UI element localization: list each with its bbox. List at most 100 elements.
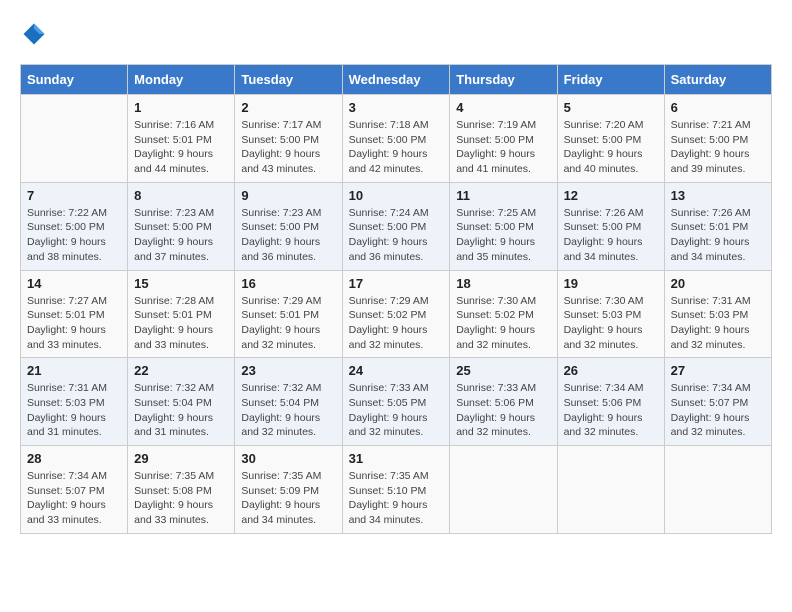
day-cell: 15 Sunrise: 7:28 AMSunset: 5:01 PMDayligh… bbox=[128, 270, 235, 358]
day-detail: Sunrise: 7:34 AMSunset: 5:07 PMDaylight:… bbox=[27, 469, 121, 528]
day-number: 13 bbox=[671, 188, 765, 203]
day-cell: 10 Sunrise: 7:24 AMSunset: 5:00 PMDayligh… bbox=[342, 182, 450, 270]
day-number: 27 bbox=[671, 363, 765, 378]
day-cell: 9 Sunrise: 7:23 AMSunset: 5:00 PMDaylight… bbox=[235, 182, 342, 270]
day-number: 7 bbox=[27, 188, 121, 203]
day-cell bbox=[557, 446, 664, 534]
page-header bbox=[20, 20, 772, 48]
day-cell: 4Sunrise: 7:19 AMSunset: 5:00 PMDaylight… bbox=[450, 95, 557, 183]
logo bbox=[20, 20, 52, 48]
day-number: 18 bbox=[456, 276, 550, 291]
day-detail: Sunrise: 7:20 AMSunset: 5:00 PMDaylight:… bbox=[564, 118, 658, 177]
day-detail: Sunrise: 7:27 AMSunset: 5:01 PMDaylight:… bbox=[27, 294, 121, 353]
day-detail: Sunrise: 7:23 AMSunset: 5:00 PMDaylight:… bbox=[134, 206, 228, 265]
day-cell: 5 Sunrise: 7:20 AMSunset: 5:00 PMDaylight… bbox=[557, 95, 664, 183]
day-detail: Sunrise: 7:35 AMSunset: 5:08 PMDaylight:… bbox=[134, 469, 228, 528]
day-number: 12 bbox=[564, 188, 658, 203]
day-number: 21 bbox=[27, 363, 121, 378]
day-number: 30 bbox=[241, 451, 335, 466]
day-number: 14 bbox=[27, 276, 121, 291]
day-number: 29 bbox=[134, 451, 228, 466]
day-detail: Sunrise: 7:30 AMSunset: 5:03 PMDaylight:… bbox=[564, 294, 658, 353]
day-cell: 13 Sunrise: 7:26 AMSunset: 5:01 PMDayligh… bbox=[664, 182, 771, 270]
day-number: 20 bbox=[671, 276, 765, 291]
day-detail: Sunrise: 7:17 AMSunset: 5:00 PMDaylight:… bbox=[241, 118, 335, 177]
day-cell: 17 Sunrise: 7:29 AMSunset: 5:02 PMDayligh… bbox=[342, 270, 450, 358]
day-cell: 2 Sunrise: 7:17 AMSunset: 5:00 PMDaylight… bbox=[235, 95, 342, 183]
day-number: 23 bbox=[241, 363, 335, 378]
col-header-friday: Friday bbox=[557, 65, 664, 95]
col-header-monday: Monday bbox=[128, 65, 235, 95]
day-cell: 29 Sunrise: 7:35 AMSunset: 5:08 PMDayligh… bbox=[128, 446, 235, 534]
col-header-saturday: Saturday bbox=[664, 65, 771, 95]
day-number: 3 bbox=[349, 100, 444, 115]
day-number: 19 bbox=[564, 276, 658, 291]
day-cell: 3 Sunrise: 7:18 AMSunset: 5:00 PMDaylight… bbox=[342, 95, 450, 183]
day-number: 31 bbox=[349, 451, 444, 466]
day-detail: Sunrise: 7:26 AMSunset: 5:01 PMDaylight:… bbox=[671, 206, 765, 265]
calendar-body: 1 Sunrise: 7:16 AMSunset: 5:01 PMDaylight… bbox=[21, 95, 772, 534]
day-number: 10 bbox=[349, 188, 444, 203]
week-row-2: 14 Sunrise: 7:27 AMSunset: 5:01 PMDayligh… bbox=[21, 270, 772, 358]
day-detail: Sunrise: 7:30 AMSunset: 5:02 PMDaylight:… bbox=[456, 294, 550, 353]
header-row: SundayMondayTuesdayWednesdayThursdayFrid… bbox=[21, 65, 772, 95]
day-detail: Sunrise: 7:24 AMSunset: 5:00 PMDaylight:… bbox=[349, 206, 444, 265]
day-number: 22 bbox=[134, 363, 228, 378]
day-cell: 26Sunrise: 7:34 AMSunset: 5:06 PMDayligh… bbox=[557, 358, 664, 446]
day-number: 8 bbox=[134, 188, 228, 203]
day-number: 5 bbox=[564, 100, 658, 115]
day-detail: Sunrise: 7:28 AMSunset: 5:01 PMDaylight:… bbox=[134, 294, 228, 353]
day-number: 17 bbox=[349, 276, 444, 291]
col-header-thursday: Thursday bbox=[450, 65, 557, 95]
day-detail: Sunrise: 7:35 AMSunset: 5:10 PMDaylight:… bbox=[349, 469, 444, 528]
day-detail: Sunrise: 7:29 AMSunset: 5:01 PMDaylight:… bbox=[241, 294, 335, 353]
day-cell: 19 Sunrise: 7:30 AMSunset: 5:03 PMDayligh… bbox=[557, 270, 664, 358]
day-cell: 14 Sunrise: 7:27 AMSunset: 5:01 PMDayligh… bbox=[21, 270, 128, 358]
day-detail: Sunrise: 7:18 AMSunset: 5:00 PMDaylight:… bbox=[349, 118, 444, 177]
logo-icon bbox=[20, 20, 48, 48]
day-number: 2 bbox=[241, 100, 335, 115]
day-detail: Sunrise: 7:22 AMSunset: 5:00 PMDaylight:… bbox=[27, 206, 121, 265]
week-row-1: 7 Sunrise: 7:22 AMSunset: 5:00 PMDaylight… bbox=[21, 182, 772, 270]
day-number: 11 bbox=[456, 188, 550, 203]
day-cell: 22 Sunrise: 7:32 AMSunset: 5:04 PMDayligh… bbox=[128, 358, 235, 446]
day-cell: 1 Sunrise: 7:16 AMSunset: 5:01 PMDaylight… bbox=[128, 95, 235, 183]
day-detail: Sunrise: 7:32 AMSunset: 5:04 PMDaylight:… bbox=[134, 381, 228, 440]
day-cell bbox=[21, 95, 128, 183]
day-cell: 27 Sunrise: 7:34 AMSunset: 5:07 PMDayligh… bbox=[664, 358, 771, 446]
day-number: 26 bbox=[564, 363, 658, 378]
day-detail: Sunrise: 7:35 AMSunset: 5:09 PMDaylight:… bbox=[241, 469, 335, 528]
col-header-wednesday: Wednesday bbox=[342, 65, 450, 95]
day-cell: 18 Sunrise: 7:30 AMSunset: 5:02 PMDayligh… bbox=[450, 270, 557, 358]
day-detail: Sunrise: 7:31 AMSunset: 5:03 PMDaylight:… bbox=[27, 381, 121, 440]
day-cell bbox=[450, 446, 557, 534]
day-cell: 21 Sunrise: 7:31 AMSunset: 5:03 PMDayligh… bbox=[21, 358, 128, 446]
calendar-table: SundayMondayTuesdayWednesdayThursdayFrid… bbox=[20, 64, 772, 534]
day-cell: 16Sunrise: 7:29 AMSunset: 5:01 PMDayligh… bbox=[235, 270, 342, 358]
day-detail: Sunrise: 7:32 AMSunset: 5:04 PMDaylight:… bbox=[241, 381, 335, 440]
day-detail: Sunrise: 7:33 AMSunset: 5:05 PMDaylight:… bbox=[349, 381, 444, 440]
day-number: 9 bbox=[241, 188, 335, 203]
day-detail: Sunrise: 7:29 AMSunset: 5:02 PMDaylight:… bbox=[349, 294, 444, 353]
day-detail: Sunrise: 7:25 AMSunset: 5:00 PMDaylight:… bbox=[456, 206, 550, 265]
week-row-4: 28 Sunrise: 7:34 AMSunset: 5:07 PMDayligh… bbox=[21, 446, 772, 534]
day-number: 15 bbox=[134, 276, 228, 291]
day-cell bbox=[664, 446, 771, 534]
day-cell: 25Sunrise: 7:33 AMSunset: 5:06 PMDayligh… bbox=[450, 358, 557, 446]
day-cell: 7 Sunrise: 7:22 AMSunset: 5:00 PMDaylight… bbox=[21, 182, 128, 270]
week-row-3: 21 Sunrise: 7:31 AMSunset: 5:03 PMDayligh… bbox=[21, 358, 772, 446]
day-detail: Sunrise: 7:26 AMSunset: 5:00 PMDaylight:… bbox=[564, 206, 658, 265]
day-detail: Sunrise: 7:31 AMSunset: 5:03 PMDaylight:… bbox=[671, 294, 765, 353]
day-number: 28 bbox=[27, 451, 121, 466]
day-number: 1 bbox=[134, 100, 228, 115]
day-detail: Sunrise: 7:16 AMSunset: 5:01 PMDaylight:… bbox=[134, 118, 228, 177]
day-number: 4 bbox=[456, 100, 550, 115]
day-cell: 30 Sunrise: 7:35 AMSunset: 5:09 PMDayligh… bbox=[235, 446, 342, 534]
day-detail: Sunrise: 7:23 AMSunset: 5:00 PMDaylight:… bbox=[241, 206, 335, 265]
day-cell: 6 Sunrise: 7:21 AMSunset: 5:00 PMDaylight… bbox=[664, 95, 771, 183]
day-detail: Sunrise: 7:21 AMSunset: 5:00 PMDaylight:… bbox=[671, 118, 765, 177]
day-cell: 31 Sunrise: 7:35 AMSunset: 5:10 PMDayligh… bbox=[342, 446, 450, 534]
day-detail: Sunrise: 7:34 AMSunset: 5:07 PMDaylight:… bbox=[671, 381, 765, 440]
day-number: 6 bbox=[671, 100, 765, 115]
calendar-header: SundayMondayTuesdayWednesdayThursdayFrid… bbox=[21, 65, 772, 95]
